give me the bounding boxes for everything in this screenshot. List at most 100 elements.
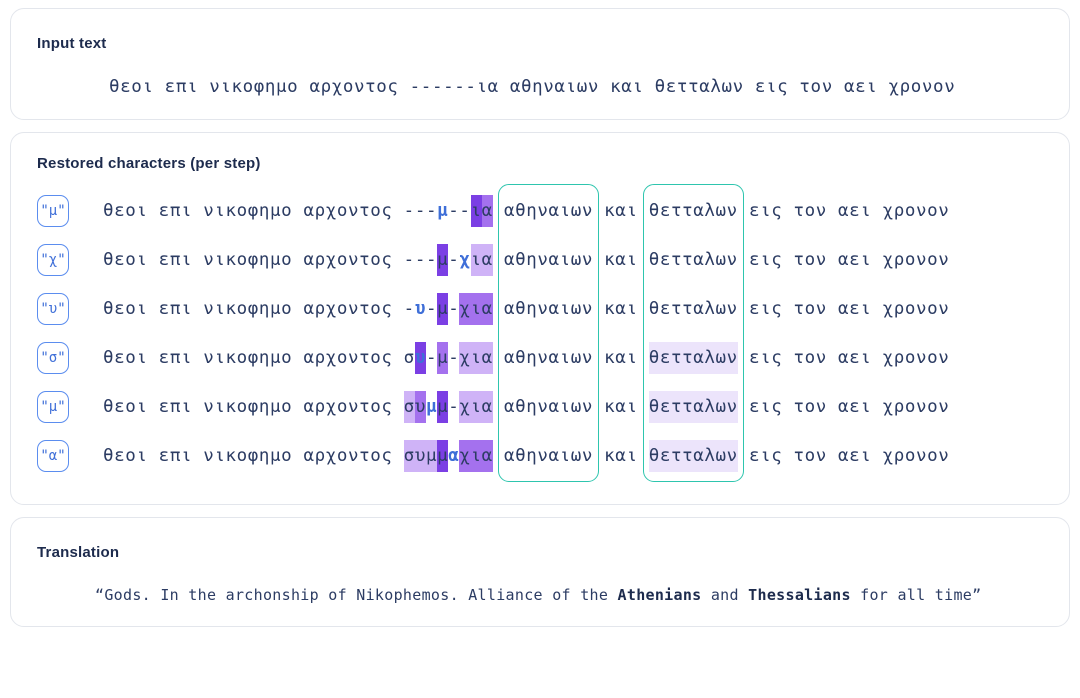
gap-character: ι [470,439,482,472]
gap-character: μ [437,292,449,325]
sequence-suffix: εις τον αει χρονον [737,347,950,368]
sequence-conjunction: και [593,298,649,319]
gap-character: σ [403,347,415,368]
gap-character: ι [470,341,482,374]
restoration-gap: συμμ-χια [403,390,493,423]
predicted-character-badge[interactable]: "μ" [37,194,69,227]
gap-character: α [481,243,493,276]
highlighted-word-thessalians: θετταλων [648,249,738,270]
predicted-character-badge[interactable]: "υ" [37,292,69,325]
step-row: "χ" θεοι επι νικοφημο αρχοντος ---μ-χια α… [37,235,1043,284]
input-text-panel: Input text θεοι επι νικοφημο αρχοντος --… [10,8,1070,120]
gap-character: α [481,194,493,227]
gap-character: - [425,249,438,270]
gap-character: χ [459,341,471,374]
translation-fragment: and [701,586,749,604]
gap-character: χ [459,249,471,270]
gap-character: υ [414,341,426,374]
gap-character: α [481,439,493,472]
sequence-space [493,342,504,374]
sequence-suffix: εις τον αει χρονον [737,200,950,221]
highlighted-word-thessalians: θετταλων [648,439,738,472]
gap-character: ι [470,390,482,423]
sequence-prefix: θεοι επι νικοφημο αρχοντος [103,445,404,466]
app-root: Input text θεοι επι νικοφημο αρχοντος --… [0,0,1080,698]
translation-fragment: “Gods. In the archonship of Nikophemos. … [95,586,618,604]
gap-character: α [481,390,493,423]
gap-character: υ [414,298,426,319]
gap-character: μ [437,200,449,221]
gap-character: - [448,347,460,368]
step-sequence: θεοι επι νικοφημο αρχοντος ---μ-χια αθην… [103,243,949,276]
gap-character: - [414,200,426,221]
sequence-conjunction: και [593,396,649,417]
gap-character: - [448,200,460,221]
input-text-value: θεοι επι νικοφημο αρχοντος ------ια αθην… [109,77,956,97]
gap-character: υ [414,439,426,472]
gap-character: ι [470,194,482,227]
gap-character: - [414,249,426,270]
translation-emphasis: Athenians [617,586,702,604]
gap-character: - [448,249,460,270]
gap-character: - [448,396,460,417]
sequence-suffix: εις τον αει χρονον [737,445,950,466]
predicted-character-badge[interactable]: "α" [37,439,69,472]
step-row: "μ" θεοι επι νικοφημο αρχοντος ---μ--ια α… [37,186,1043,235]
input-text-title: Input text [37,35,107,52]
step-sequence: θεοι επι νικοφημο αρχοντος -υ-μ-χια αθην… [103,292,950,325]
sequence-prefix: θεοι επι νικοφημο αρχοντος [103,396,404,417]
highlighted-word-athenians: αθηναιων [503,445,594,466]
gap-character: χ [459,390,471,423]
gap-character: μ [437,390,449,423]
gap-character: - [425,200,438,221]
sequence-space [493,391,504,423]
predicted-character-badge[interactable]: "μ" [37,390,69,423]
restored-characters-title: Restored characters (per step) [37,155,261,172]
translation-title: Translation [37,544,120,561]
highlighted-word-thessalians: θετταλων [648,298,738,319]
highlighted-word-athenians: αθηναιων [503,396,594,417]
sequence-prefix: θεοι επι νικοφημο αρχοντος [103,200,404,221]
gap-character: σ [403,390,415,423]
restoration-gap: συμμαχια [403,439,493,472]
step-row: "α" θεοι επι νικοφημο αρχοντος συμμαχια α… [37,431,1043,480]
sequence-conjunction: και [593,200,649,221]
sequence-space [493,244,504,276]
restoration-gap: ---μ--ια [403,194,493,227]
step-sequence: θεοι επι νικοφημο αρχοντος συμμ-χια αθην… [103,390,950,423]
gap-character: μ [425,439,438,472]
highlighted-word-thessalians: θετταλων [648,200,738,221]
translation-emphasis: Thessalians [748,586,851,604]
gap-character: - [459,200,471,221]
restoration-gap: ---μ-χια [403,243,493,276]
gap-character: α [448,445,460,466]
gap-character: μ [437,243,449,276]
predicted-character-badge[interactable]: "χ" [37,243,69,276]
gap-character: μ [425,396,438,417]
gap-character: - [425,298,438,319]
gap-character: - [448,298,460,319]
highlighted-word-thessalians: θετταλων [648,341,738,374]
gap-character: - [403,249,415,270]
step-sequence: θεοι επι νικοφημο αρχοντος ---μ--ια αθην… [103,194,950,227]
step-row: "σ" θεοι επι νικοφημο αρχοντος συ-μ-χια α… [37,333,1043,382]
translation-value: “Gods. In the archonship of Nikophemos. … [37,586,1043,604]
sequence-prefix: θεοι επι νικοφημο αρχοντος [103,298,404,319]
sequence-suffix: εις τον αει χρονον [737,298,950,319]
gap-character: υ [414,390,426,423]
translation-panel: Translation “Gods. In the archonship of … [10,517,1070,627]
translation-fragment: for all time” [850,586,982,604]
sequence-space [493,195,504,227]
predicted-character-badge[interactable]: "σ" [37,341,69,374]
gap-character: - [403,200,415,221]
restoration-gap: συ-μ-χια [403,341,493,374]
step-sequence: θεοι επι νικοφημο αρχοντος συ-μ-χια αθην… [103,341,950,374]
gap-character: - [425,347,438,368]
gap-character: μ [437,439,449,472]
sequence-prefix: θεοι επι νικοφημο αρχοντος [103,347,404,368]
sequence-suffix: εις τον αει χρονον [737,396,950,417]
highlighted-word-athenians: αθηναιων [503,347,594,368]
highlighted-word-thessalians: θετταλων [648,390,738,423]
sequence-prefix: θεοι επι νικοφημο αρχοντος [103,249,404,270]
sequence-conjunction: και [593,249,649,270]
